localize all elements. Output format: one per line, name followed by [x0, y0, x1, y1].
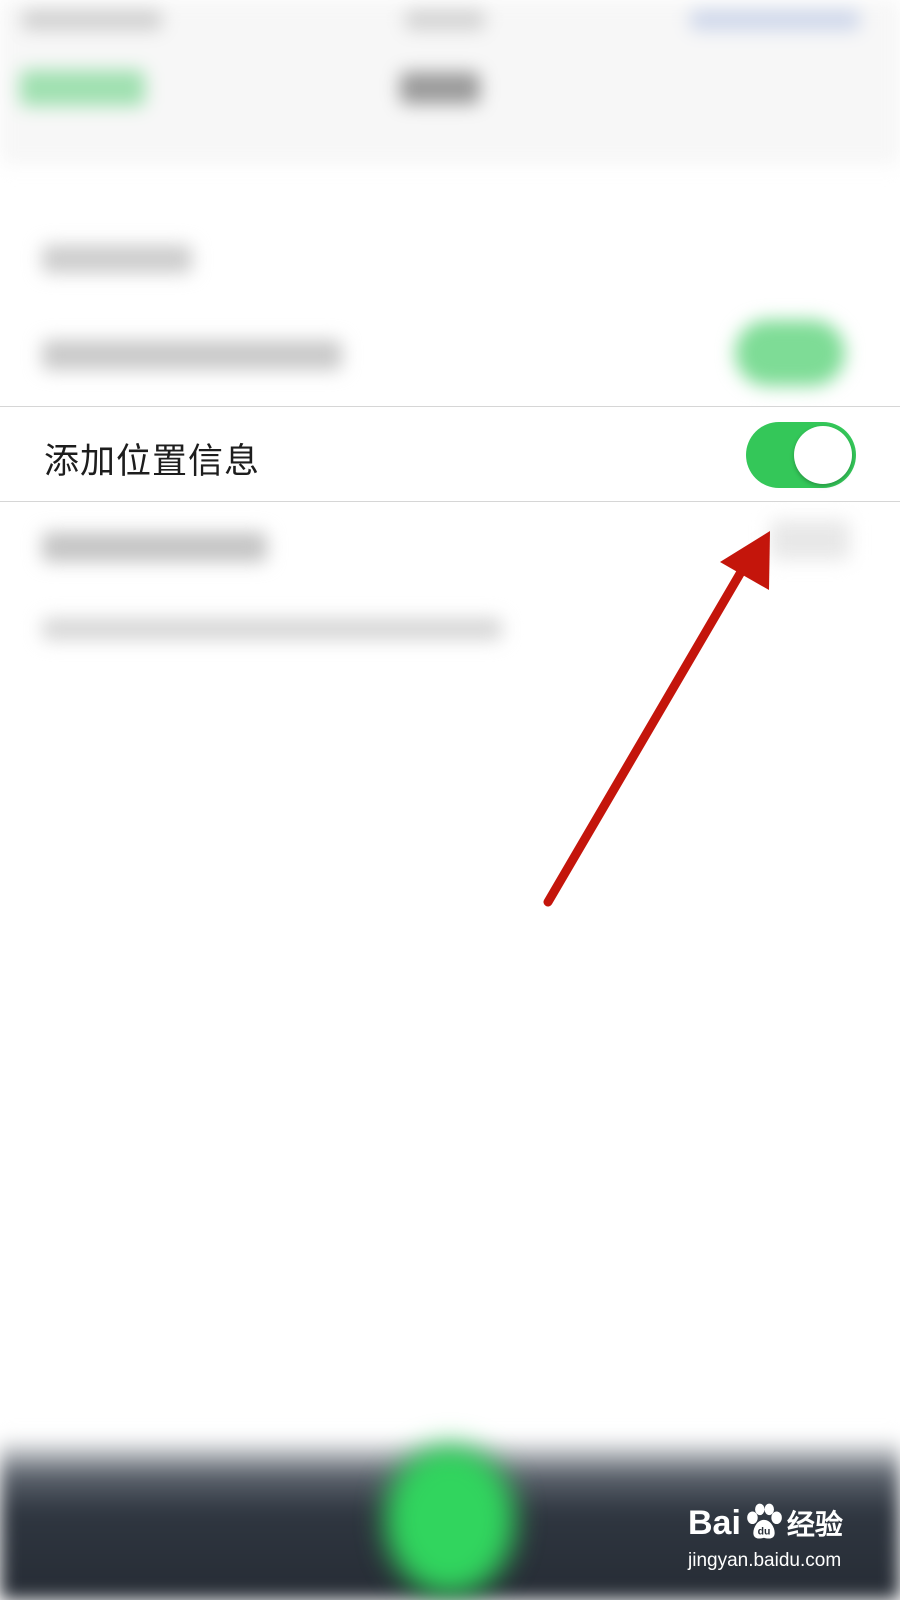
blurred-setting-label-below [42, 532, 267, 562]
blurred-action-button [385, 1445, 515, 1595]
blurred-back-button [20, 70, 145, 106]
blurred-section-header [42, 245, 192, 273]
blurred-page-title [400, 72, 480, 104]
blurred-toggle-above [735, 320, 845, 386]
blurred-setting-label [42, 340, 342, 370]
blurred-description-text [42, 618, 502, 640]
svg-text:du: du [758, 1526, 771, 1538]
watermark-brand-left: Bai [688, 1503, 741, 1542]
location-toggle-switch[interactable] [746, 422, 856, 488]
watermark-brand-right: 经验 [786, 1508, 843, 1541]
location-setting-row[interactable]: 添加位置信息 [0, 406, 900, 502]
baidu-paw-icon: du [747, 1503, 782, 1539]
blurred-status-text [22, 10, 162, 30]
baidu-jingyan-watermark: Bai du 经验 jingyan.baidu.com [688, 1500, 888, 1590]
blurred-status-center [405, 10, 485, 30]
watermark-url: jingyan.baidu.com [688, 1550, 842, 1571]
arrow-pointer-icon [543, 531, 770, 907]
location-setting-label: 添加位置信息 [44, 442, 261, 482]
blurred-status-icons [690, 10, 860, 30]
toggle-knob [794, 426, 852, 484]
blurred-toggle-below [770, 520, 850, 560]
blurred-navigation-header [0, 0, 900, 165]
